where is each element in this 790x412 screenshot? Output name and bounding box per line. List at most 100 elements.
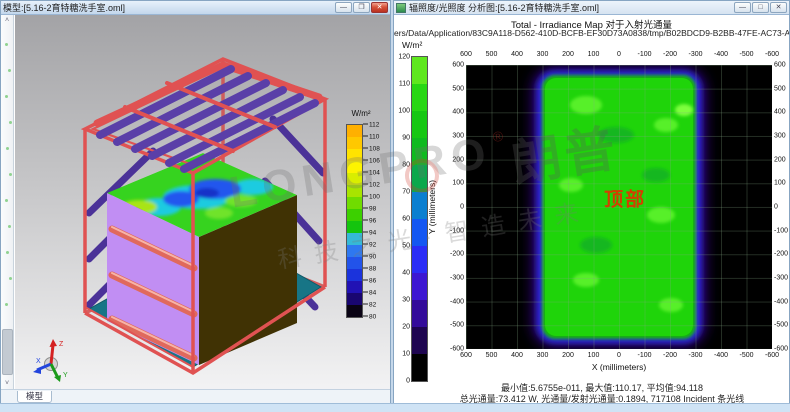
tick-label: -300: [688, 352, 702, 359]
color-scale-segment: [412, 192, 427, 219]
tick-label: 100: [363, 194, 380, 201]
app-statusbar: [0, 403, 790, 412]
tick-label: -600: [765, 51, 779, 58]
map-unit-label: W/m²: [402, 40, 422, 50]
model-window-titlebar[interactable]: 模型:[5.16-2育特糖洗手室.oml] — ❐ ✕: [1, 1, 390, 15]
model-window: 模型:[5.16-2育特糖洗手室.oml] — ❐ ✕ ˄ ˅: [0, 0, 391, 404]
svg-text:Y: Y: [63, 372, 68, 379]
tick-label: 70: [402, 189, 410, 196]
tick-label: 110: [399, 81, 410, 88]
tick-label: -500: [450, 322, 464, 329]
axis-triad-icon: Z X Y: [33, 337, 89, 383]
map-annotation-label: 顶部: [604, 185, 646, 212]
tick-label: -200: [663, 51, 677, 58]
tab-model[interactable]: 模型: [17, 391, 52, 403]
tick-label: -100: [450, 227, 464, 234]
tick-label: 400: [774, 109, 786, 116]
tick-label: 90: [402, 135, 410, 142]
tick-label: 200: [562, 51, 574, 58]
tick-label: 30: [402, 297, 410, 304]
tick-label: 94: [363, 230, 376, 237]
tick-label: 500: [452, 85, 464, 92]
tick-label: 300: [774, 133, 786, 140]
tick-label: 112: [363, 122, 379, 129]
scroll-up-icon[interactable]: ˄: [1, 17, 13, 24]
model-tree-strip[interactable]: ˄ ˅: [1, 15, 14, 389]
tick-label: 86: [363, 278, 376, 285]
restore-button[interactable]: ❐: [353, 2, 370, 13]
minimize-button[interactable]: —: [335, 2, 352, 13]
tick-label: -500: [739, 51, 753, 58]
tick-label: 100: [398, 108, 410, 115]
scroll-down-icon[interactable]: ˅: [1, 380, 13, 387]
tick-label: -300: [450, 275, 464, 282]
tick-label: -500: [774, 322, 788, 329]
tick-label: 60: [402, 216, 410, 223]
color-scale-segment: [347, 257, 362, 269]
map-window-titlebar[interactable]: 辐照度/光照度 分析图:[5.16-2育特糖洗手室.oml] — □ ✕: [394, 1, 789, 15]
tick-label: -100: [637, 352, 651, 359]
map-window-title: 辐照度/光照度 分析图:[5.16-2育特糖洗手室.oml]: [409, 1, 733, 14]
color-scale-segment: [412, 57, 427, 84]
tick-label: 106: [363, 158, 380, 165]
irradiance-heatmap[interactable]: 顶部: [466, 65, 772, 349]
tick-label: 108: [363, 146, 380, 153]
color-scale-segment: [347, 185, 362, 197]
color-scale-segment: [347, 281, 362, 293]
scrollbar-thumb[interactable]: [2, 329, 13, 375]
svg-text:Z: Z: [59, 341, 64, 348]
tick-label: 120: [398, 54, 410, 61]
tick-label: 10: [402, 351, 410, 358]
tick-label: 90: [363, 254, 376, 261]
color-scale-segment: [412, 246, 427, 273]
tick-label: 50: [402, 243, 410, 250]
tick-label: 110: [363, 134, 379, 141]
map-file-path: ers/Data/Application/83C9A118-D562-410D-…: [394, 28, 789, 38]
tick-label: 100: [588, 352, 600, 359]
tick-label: -400: [714, 51, 728, 58]
chart-window-icon: [396, 3, 406, 13]
color-scale-segment: [412, 165, 427, 192]
color-scale-segment: [347, 173, 362, 185]
color-scale-segment: [412, 84, 427, 111]
tick-label: 100: [452, 180, 464, 187]
tick-label: 0: [617, 352, 621, 359]
model-viewport[interactable]: W/m² 11211010810610410210098969492908886…: [15, 15, 391, 391]
tick-label: -600: [765, 352, 779, 359]
minimize-button[interactable]: —: [734, 2, 751, 13]
x-axis-bottom-ticks: 6005004003002001000-100-200-300-400-500-…: [466, 352, 772, 362]
tick-label: 500: [486, 352, 498, 359]
x-axis-title: X (millimeters): [466, 362, 772, 372]
tick-label: -400: [450, 298, 464, 305]
tick-label: 600: [460, 51, 472, 58]
color-scale-segment: [412, 327, 427, 354]
color-scale-segment: [412, 273, 427, 300]
tick-label: 100: [774, 180, 786, 187]
color-scale-segment: [347, 209, 362, 221]
color-scale-segment: [347, 221, 362, 233]
tick-label: -400: [774, 298, 788, 305]
irradiance-map-window: 辐照度/光照度 分析图:[5.16-2育特糖洗手室.oml] — □ ✕ Tot…: [393, 0, 790, 404]
left-legend-ticks: 1121101081061041021009896949290888684828…: [363, 125, 391, 317]
tick-label: 200: [562, 352, 574, 359]
color-scale-segment: [347, 245, 362, 257]
color-scale-segment: [347, 161, 362, 173]
tick-label: 88: [363, 266, 376, 273]
svg-text:X: X: [36, 358, 41, 365]
y-axis-left-ticks: 6005004003002001000-100-200-300-400-500-…: [438, 65, 464, 349]
close-button[interactable]: ✕: [770, 2, 787, 13]
tick-label: 300: [452, 133, 464, 140]
maximize-button[interactable]: □: [752, 2, 769, 13]
color-scale-segment: [347, 233, 362, 245]
color-scale-segment: [347, 293, 362, 305]
tick-label: -200: [450, 251, 464, 258]
tick-label: 0: [774, 204, 778, 211]
tick-label: 0: [406, 378, 410, 385]
tick-label: 40: [402, 270, 410, 277]
tick-label: 400: [511, 51, 523, 58]
tick-label: 104: [363, 170, 380, 177]
tick-label: 102: [363, 182, 380, 189]
tick-label: 100: [588, 51, 600, 58]
model-window-title: 模型:[5.16-2育特糖洗手室.oml]: [3, 1, 334, 14]
close-button[interactable]: ✕: [371, 2, 388, 13]
